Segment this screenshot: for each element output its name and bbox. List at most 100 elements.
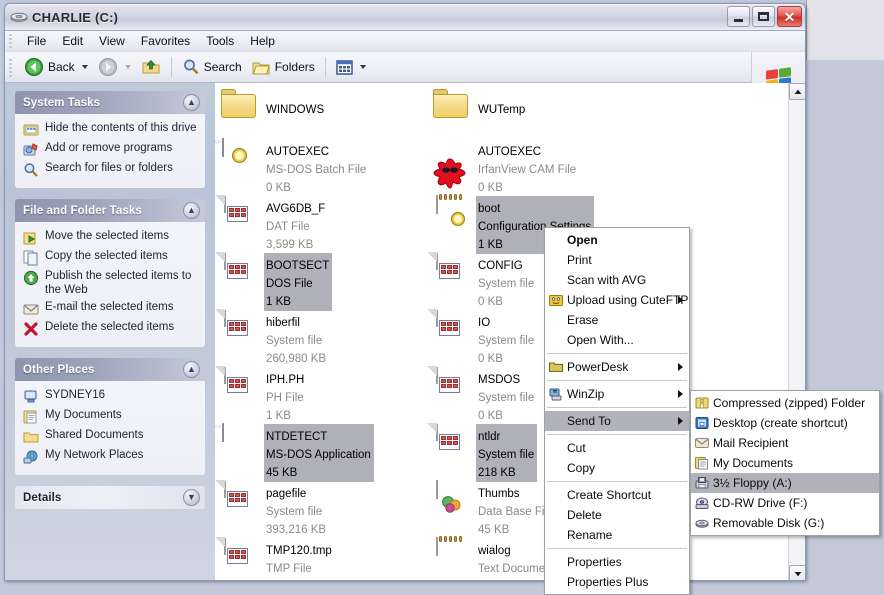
task-search-files[interactable]: Search for files or folders xyxy=(21,160,199,180)
menu-view[interactable]: View xyxy=(91,32,133,50)
close-button[interactable]: ✕ xyxy=(777,6,802,27)
collapse-chevron-icon[interactable]: ▲ xyxy=(183,94,200,111)
item-label: Properties Plus xyxy=(567,575,683,589)
collapse-chevron-icon[interactable]: ▲ xyxy=(183,202,200,219)
toolbar-grip[interactable] xyxy=(9,59,12,77)
context-menu-item-copy[interactable]: Copy xyxy=(545,458,689,478)
scroll-down-button[interactable] xyxy=(789,565,805,581)
file-item-ntdetect[interactable]: NTDETECT MS-DOS Application 45 KB xyxy=(221,424,374,482)
panel-details: Details ▼ xyxy=(15,486,205,509)
send-to-submenu[interactable]: Compressed (zipped) Folder Desktop (crea… xyxy=(690,390,880,536)
msdos-app-icon xyxy=(221,424,257,462)
sendto-item-desktop-shortcut[interactable]: Desktop (create shortcut) xyxy=(691,413,879,433)
minimize-button[interactable] xyxy=(727,6,750,27)
context-menu-item-print[interactable]: Print xyxy=(545,250,689,270)
place-my-documents[interactable]: My Documents xyxy=(21,407,199,427)
file-item-ntldr[interactable]: ntldr System file 218 KB xyxy=(433,424,537,482)
cuteftp-icon xyxy=(545,293,567,307)
menu-edit[interactable]: Edit xyxy=(54,32,91,50)
sendto-item-compressed-folder[interactable]: Compressed (zipped) Folder xyxy=(691,393,879,413)
sendto-item-removable-disk-g[interactable]: Removable Disk (G:) xyxy=(691,513,879,533)
file-item-wialog[interactable]: wialog Text Document 66 KB xyxy=(433,538,555,581)
file-item-iph-ph[interactable]: IPH.PH PH File 1 KB xyxy=(221,367,304,424)
menu-help[interactable]: Help xyxy=(242,32,283,50)
menu-tools[interactable]: Tools xyxy=(198,32,242,50)
back-button[interactable]: Back xyxy=(19,54,93,80)
context-menu-item-send-to[interactable]: Send To xyxy=(545,411,689,431)
msdos-exe-icon xyxy=(221,139,257,177)
expand-chevron-icon[interactable]: ▼ xyxy=(183,489,200,506)
task-email-items[interactable]: E-mail the selected items xyxy=(21,299,199,319)
file-item-thumbs[interactable]: Thumbs Data Base File 45 KB xyxy=(433,481,553,538)
task-copy-items[interactable]: Copy the selected items xyxy=(21,248,199,268)
panel-header-details[interactable]: Details ▼ xyxy=(15,486,205,509)
task-add-remove-programs[interactable]: Add or remove programs xyxy=(21,140,199,160)
up-button[interactable] xyxy=(136,54,166,80)
context-menu-item-open[interactable]: Open xyxy=(545,230,689,250)
forward-arrow-icon xyxy=(98,57,118,77)
file-item-windows[interactable]: WINDOWS xyxy=(221,89,324,127)
file-item-config[interactable]: CONFIG System file 0 KB xyxy=(433,253,534,310)
panel-header-other-places[interactable]: Other Places ▲ xyxy=(15,358,205,381)
sendto-item-cdrw-drive-f[interactable]: CD-RW Drive (F:) xyxy=(691,493,879,513)
context-menu-item-delete[interactable]: Delete xyxy=(545,505,689,525)
file-item-avg6db-f[interactable]: AVG6DB_F DAT File 3,599 KB xyxy=(221,196,325,253)
file-item-wutemp[interactable]: WUTemp xyxy=(433,89,525,127)
file-name: AVG6DB_F xyxy=(266,203,325,215)
search-button[interactable]: Search xyxy=(177,55,247,79)
file-item-io[interactable]: IO System file 0 KB xyxy=(433,310,534,367)
file-item-autoexec-cam[interactable]: AUTOEXEC IrfanView CAM File 0 KB xyxy=(433,139,576,196)
scroll-up-button[interactable] xyxy=(789,83,805,100)
file-item-tmp120[interactable]: TMP120.tmp TMP File 0 KB xyxy=(221,538,332,581)
context-menu-item-properties[interactable]: Properties xyxy=(545,552,689,572)
sendto-item-my-documents[interactable]: My Documents xyxy=(691,453,879,473)
context-menu-item-open-with[interactable]: Open With... xyxy=(545,330,689,350)
menu-file[interactable]: File xyxy=(19,32,54,50)
sendto-item-floppy-a[interactable]: 3½ Floppy (A:) xyxy=(691,473,879,493)
system-file-icon xyxy=(221,196,257,234)
file-item-autoexec-bat[interactable]: AUTOEXEC MS-DOS Batch File 0 KB xyxy=(221,139,366,196)
context-menu-separator xyxy=(547,548,687,549)
file-type: MS-DOS Batch File xyxy=(266,164,366,176)
back-dropdown-icon[interactable] xyxy=(82,65,88,69)
context-menu-item-winzip[interactable]: WinZip xyxy=(545,384,689,404)
forward-dropdown-icon[interactable] xyxy=(125,65,131,69)
menu-grip[interactable] xyxy=(9,34,12,49)
context-menu-item-scan-with-avg[interactable]: Scan with AVG xyxy=(545,270,689,290)
task-publish-web[interactable]: Publish the selected items to the Web xyxy=(21,268,199,299)
sendto-item-mail-recipient[interactable]: Mail Recipient xyxy=(691,433,879,453)
window-title: CHARLIE (C:) xyxy=(32,10,118,25)
task-delete-items[interactable]: Delete the selected items xyxy=(21,319,199,339)
maximize-button[interactable] xyxy=(752,6,775,27)
powerdesk-folder-icon xyxy=(545,361,567,373)
context-menu-item-rename[interactable]: Rename xyxy=(545,525,689,545)
views-button[interactable] xyxy=(331,57,371,78)
task-hide-contents[interactable]: Hide the contents of this drive xyxy=(21,120,199,140)
file-size: 218 KB xyxy=(478,467,516,479)
menu-favorites[interactable]: Favorites xyxy=(133,32,198,50)
context-menu-item-create-shortcut[interactable]: Create Shortcut xyxy=(545,485,689,505)
task-move-items[interactable]: Move the selected items xyxy=(21,228,199,248)
context-menu-item-powerdesk[interactable]: PowerDesk xyxy=(545,357,689,377)
collapse-chevron-icon[interactable]: ▲ xyxy=(183,361,200,378)
context-menu[interactable]: Open Print Scan with AVG Upload using Cu… xyxy=(544,227,690,595)
file-text: WINDOWS xyxy=(266,89,324,118)
folders-label: Folders xyxy=(275,60,315,74)
file-item-msdos[interactable]: MSDOS System file 0 KB xyxy=(433,367,534,424)
file-item-bootsect[interactable]: BOOTSECT DOS File 1 KB xyxy=(221,253,332,311)
panel-header-system-tasks[interactable]: System Tasks ▲ xyxy=(15,91,205,114)
context-menu-item-properties-plus[interactable]: Properties Plus xyxy=(545,572,689,592)
context-menu-item-cut[interactable]: Cut xyxy=(545,438,689,458)
folders-button[interactable]: Folders xyxy=(247,56,320,79)
file-item-pagefile[interactable]: pagefile System file 393,216 KB xyxy=(221,481,326,538)
place-shared-documents[interactable]: Shared Documents xyxy=(21,427,199,447)
panel-title: Details xyxy=(23,492,61,504)
place-sydney16[interactable]: SYDNEY16 xyxy=(21,387,199,407)
place-network-places[interactable]: My Network Places xyxy=(21,447,199,467)
file-item-hiberfil[interactable]: hiberfil System file 260,980 KB xyxy=(221,310,326,367)
forward-button[interactable] xyxy=(93,54,136,80)
panel-header-file-folder-tasks[interactable]: File and Folder Tasks ▲ xyxy=(15,199,205,222)
context-menu-item-erase[interactable]: Erase xyxy=(545,310,689,330)
context-menu-item-upload-cuteftp[interactable]: Upload using CuteFTP xyxy=(545,290,689,310)
views-dropdown-icon[interactable] xyxy=(360,65,366,69)
